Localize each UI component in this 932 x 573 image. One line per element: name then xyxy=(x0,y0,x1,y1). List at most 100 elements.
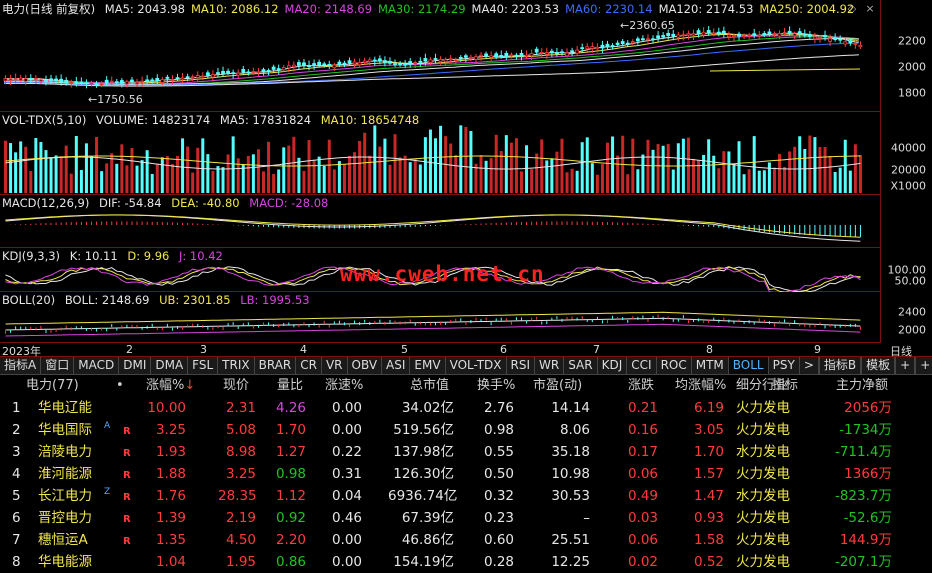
table-row[interactable]: 6 晋控电力 1.39 2.19 0.92 0.46 67.39亿 0.23 – 0.03 0.93… xyxy=(0,507,932,529)
candle-body xyxy=(509,54,514,57)
macd-pane[interactable]: MACD(12,26,9) DIF: -54.84 DEA: -40.80 MA… xyxy=(0,195,880,248)
col-price[interactable]: 现价 xyxy=(223,375,249,397)
candle-body xyxy=(246,71,251,74)
tab-wr[interactable]: WR xyxy=(535,357,565,374)
tab-psy[interactable]: PSY xyxy=(769,357,800,374)
tab-dma[interactable]: DMA xyxy=(151,357,189,374)
volume-bar xyxy=(44,150,48,193)
candle-body xyxy=(656,35,660,39)
tab-vol-tdx[interactable]: VOL-TDX xyxy=(446,357,507,374)
tab-fsl[interactable]: FSL xyxy=(188,357,219,374)
tab-roc[interactable]: ROC xyxy=(657,357,692,374)
current-price: 2.31 xyxy=(225,400,256,416)
tab-模板[interactable]: 模板 xyxy=(861,357,896,374)
table-row[interactable]: 7 穗恒运A 1.35 4.50 2.20 0.00 46.86亿 0.60 25.51 0.06… xyxy=(0,529,932,551)
candle-body xyxy=(74,81,79,84)
candle-body xyxy=(514,54,519,57)
volume-pane[interactable]: VOL-TDX(5,10) VOLUME: 14823174 MA5: 1783… xyxy=(0,112,880,195)
tab-macd[interactable]: MACD xyxy=(74,357,120,374)
tab-boll[interactable]: BOLL xyxy=(728,357,769,374)
tab-rsi[interactable]: RSI xyxy=(507,357,536,374)
avg-pct-change: 6.19 xyxy=(693,400,724,416)
tab-trix[interactable]: TRIX xyxy=(218,357,255,374)
volume-bar xyxy=(732,164,736,193)
tab-指标a[interactable]: 指标A xyxy=(0,357,42,374)
tab-指标B[interactable]: 指标B xyxy=(818,357,862,374)
stock-flag: A xyxy=(104,421,111,431)
tab-more[interactable]: > xyxy=(800,357,819,374)
candle-body xyxy=(175,77,180,80)
turnover-rate: 0.98 xyxy=(483,422,514,438)
volume-bar xyxy=(348,155,351,193)
candle-body xyxy=(671,33,676,37)
pct-change: 10.00 xyxy=(147,400,186,416)
add-tab-button[interactable]: + xyxy=(915,357,932,374)
turnover-rate: 0.60 xyxy=(483,532,514,548)
col-name[interactable]: 电力(77) xyxy=(26,375,79,397)
col-vol-ratio[interactable]: 量比 xyxy=(277,375,303,397)
volume-bar xyxy=(368,155,372,193)
volume-bar xyxy=(332,169,336,193)
candle-body xyxy=(383,60,387,63)
col-turnover[interactable]: 换手% xyxy=(477,375,515,397)
tab-vr[interactable]: VR xyxy=(322,357,348,374)
boll-mid: BOLL: 2148.69 xyxy=(64,293,150,307)
industry: 火力发电 xyxy=(736,400,790,416)
volume-bar xyxy=(600,164,604,193)
macd-title: MACD(12,26,9) xyxy=(2,196,90,210)
ma-indicator: MA60: 2230.14 xyxy=(565,2,653,16)
volume-bar xyxy=(418,164,422,193)
tab-obv[interactable]: OBV xyxy=(348,357,383,374)
table-row[interactable]: 2 华电国际 3.25 5.08 1.70 0.00 519.56亿 0.98 8.06 0.16… xyxy=(0,419,932,441)
tab-cr[interactable]: CR xyxy=(296,357,322,374)
price-tick: 2200 xyxy=(898,34,926,48)
candle-body xyxy=(641,38,645,41)
boll-title: BOLL(20) xyxy=(2,293,56,307)
price-chart-pane[interactable]: 电力(日线 前复权) MA5: 2043.98 MA10: 2086.12 MA20… xyxy=(0,0,880,112)
candle-body xyxy=(393,63,397,66)
tab-emv[interactable]: EMV xyxy=(410,357,446,374)
volume-bar xyxy=(388,164,392,193)
tab-kdj[interactable]: KDJ xyxy=(598,357,628,374)
table-row[interactable]: 3 涪陵电力 1.93 8.98 1.27 0.22 137.98亿 0.55 35.18 0.1… xyxy=(0,441,932,463)
table-row[interactable]: 4 淮河能源 1.88 3.25 0.98 0.31 126.30亿 0.50 10.98 0.0… xyxy=(0,463,932,485)
pe-ratio: 14.14 xyxy=(551,400,590,416)
col-indicator[interactable]: 指标 xyxy=(772,375,798,397)
tab-cci[interactable]: CCI xyxy=(627,357,657,374)
tab-dmi[interactable]: DMI xyxy=(119,357,152,374)
volume-bar xyxy=(616,155,620,193)
market-cap: 519.56亿 xyxy=(393,422,454,438)
volume-bar xyxy=(661,145,665,193)
table-row[interactable]: 8 华电能源 1.04 1.95 0.86 0.00 154.19亿 0.28 12.25 0.0… xyxy=(0,551,932,573)
row-number: 7 xyxy=(12,532,21,548)
tab-asi[interactable]: ASI xyxy=(382,357,411,374)
stock-name: 华电能源 xyxy=(38,554,92,570)
col-pct[interactable]: 涨幅%↓ xyxy=(146,375,195,397)
tab-mtm[interactable]: MTM xyxy=(692,357,729,374)
table-row[interactable]: 5 长江电力 1.76 28.35 1.12 0.04 6936.74亿 0.32 30.53 0… xyxy=(0,485,932,507)
month-label: 7 xyxy=(593,343,600,356)
tab-sar[interactable]: SAR xyxy=(564,357,598,374)
volume-bar xyxy=(479,155,483,193)
macd-dif: DIF: -54.84 xyxy=(99,196,162,210)
table-row[interactable]: 1 华电辽能 10.00 2.31 4.26 0.00 34.02亿 2.76 14.14 0.2… xyxy=(0,397,932,419)
col-pe[interactable]: 市盈(动) xyxy=(533,375,582,397)
add-tab-button[interactable]: + xyxy=(895,357,916,374)
candle-body xyxy=(666,32,671,37)
col-change[interactable]: 涨跌 xyxy=(628,375,654,397)
candle-body xyxy=(28,78,33,80)
current-price: 28.35 xyxy=(218,488,257,504)
candle-body xyxy=(630,41,635,44)
volume-bar xyxy=(191,172,195,193)
col-mcap[interactable]: 总市值 xyxy=(410,375,449,397)
candle-body xyxy=(828,38,832,42)
col-avg-pct[interactable]: 均涨幅% xyxy=(675,375,726,397)
col-speed[interactable]: 涨速% xyxy=(325,375,363,397)
volume-bar xyxy=(590,163,594,193)
boll-pane[interactable]: BOLL(20) BOLL: 2148.69 UB: 2301.85 LB: 1… xyxy=(0,292,880,343)
tab-窗口[interactable]: 窗口 xyxy=(41,357,75,374)
volume-bar xyxy=(165,155,169,193)
tab-brar[interactable]: BRAR xyxy=(255,357,297,374)
candle-body xyxy=(165,76,170,79)
col-mainflow[interactable]: 主力净额 xyxy=(836,375,888,397)
